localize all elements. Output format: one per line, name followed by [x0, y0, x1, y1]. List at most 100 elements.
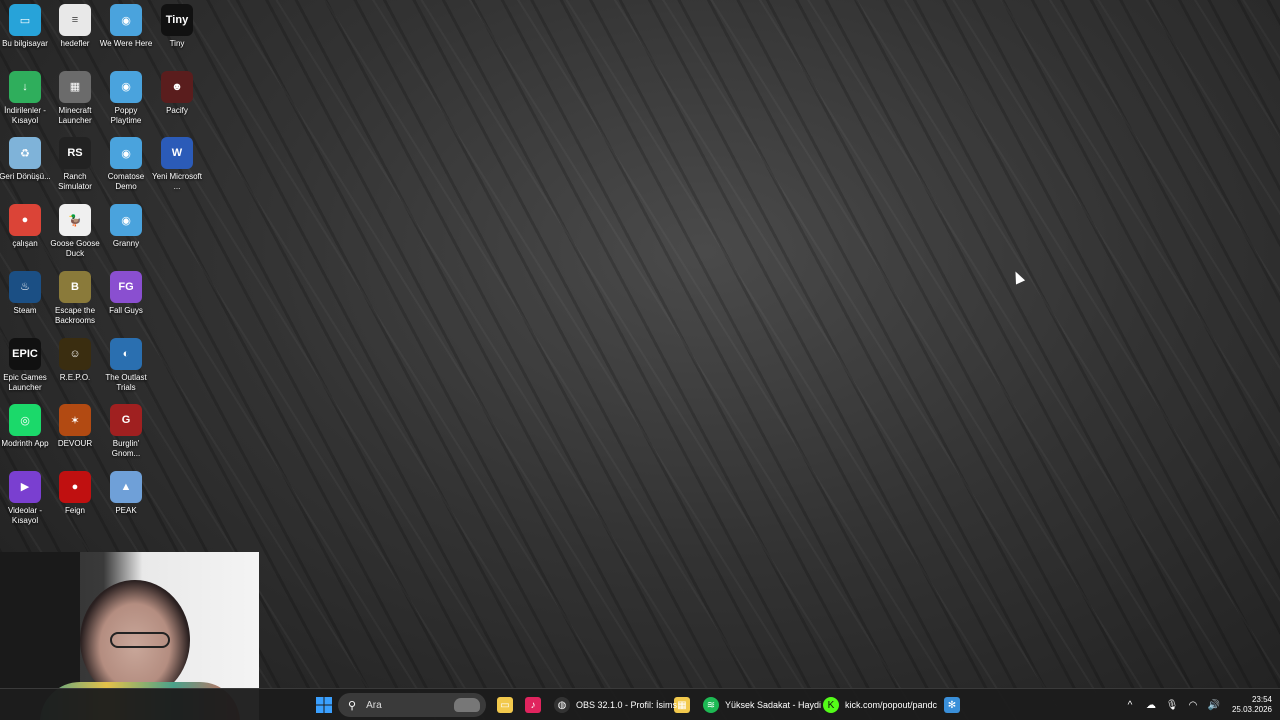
- obs-icon: ◍: [554, 697, 570, 713]
- taskbar: ⚲ Ara ▭ ♪ ▦ ✻ ◍ OBS 32.1.0 - Profil: İsims ≋ Y…: [0, 688, 1280, 720]
- desktop-icon[interactable]: ☺ R.E.P.O.: [50, 334, 100, 400]
- desktop-icon[interactable]: B Escape the Backrooms: [50, 267, 100, 333]
- wifi-tray-button[interactable]: ◠: [1186, 698, 1200, 712]
- chrome-icon: ●: [9, 204, 41, 237]
- spotify-taskbar-button[interactable]: ≋ Yüksek Sadakat - Haydi: [703, 693, 821, 717]
- spotify-icon: ≋: [703, 697, 719, 713]
- desktop-icon[interactable]: ♨ Steam: [0, 267, 50, 333]
- microphone-icon: 🎙: [1165, 699, 1179, 711]
- clock[interactable]: 23:54 25.03.2026: [1228, 695, 1272, 715]
- globe-icon: ◉: [110, 204, 142, 237]
- desktop-icon-label: çalışan: [12, 239, 38, 249]
- taskbar-app-label: Yüksek Sadakat - Haydi: [725, 700, 822, 710]
- chevron-up-icon: ^: [1127, 699, 1133, 711]
- globe-icon: ◉: [110, 137, 142, 170]
- desktop-icon-label: Pacify: [166, 105, 188, 115]
- pacify-game-icon: ☻: [161, 70, 193, 103]
- feign-game-icon: ●: [59, 470, 91, 503]
- desktop-icon-label: We Were Here: [99, 39, 153, 48]
- desktop-icon-label: DEVOUR: [57, 439, 93, 449]
- file-explorer-button[interactable]: ▭: [497, 693, 513, 717]
- desktop-icon[interactable]: ▦ Minecraft Launcher: [50, 67, 100, 133]
- desktop-icon-label: Goose Goose Duck: [50, 239, 100, 259]
- microphone-tray-button[interactable]: 🎙: [1165, 698, 1179, 712]
- settings-app-button[interactable]: ✻: [944, 693, 960, 717]
- desktop-icon[interactable]: ◐ The Outlast Trials: [101, 334, 151, 400]
- desktop-icon[interactable]: ● Feign: [50, 467, 100, 533]
- kick-icon: K: [823, 697, 839, 713]
- fall-guys-icon: FG: [110, 270, 142, 303]
- desktop-icon-label: Modrinth App: [1, 439, 49, 449]
- desktop-icon[interactable]: EPIC Epic Games Launcher: [0, 334, 50, 400]
- volume-tray-button[interactable]: 🔊: [1207, 698, 1221, 712]
- desktop-icon[interactable]: ✶ DEVOUR: [50, 400, 100, 466]
- desktop-icon[interactable]: ▭ Bu bilgisayar: [0, 0, 50, 66]
- kick-taskbar-button[interactable]: Kkick.com/popout/pandc: [823, 693, 937, 717]
- globe-icon: ◉: [110, 4, 142, 36]
- desktop-icon-label: Granny: [112, 239, 140, 249]
- desktop-icon[interactable]: G Burglin' Gnom...: [101, 400, 151, 466]
- desktop-icon[interactable]: ↓ İndirilenler - Kısayol: [0, 67, 50, 133]
- desktop-icon[interactable]: ▲ PEAK: [101, 467, 151, 533]
- cloud-icon: ☁: [1146, 699, 1156, 711]
- desktop-icon-label: Poppy Playtime: [110, 105, 142, 125]
- peak-game-icon: ▲: [110, 470, 142, 503]
- goose-game-icon: 🦆: [59, 204, 91, 237]
- desktop-icon[interactable]: ◉ Granny: [101, 200, 151, 266]
- videos-folder-icon: ▶: [9, 470, 41, 503]
- file-explorer-icon: ▭: [497, 697, 513, 713]
- windows-logo-icon: [316, 697, 332, 713]
- minecraft-icon: ▦: [59, 70, 91, 103]
- desktop-icon-label: Geri Dönüşü...: [0, 172, 51, 182]
- wifi-icon: ◠: [1188, 699, 1198, 711]
- desktop-icon-label: İndirilenler - Kısayol: [4, 105, 46, 125]
- desktop-icon[interactable]: ◉ We Were Here: [99, 0, 153, 66]
- devour-game-icon: ✶: [59, 404, 91, 437]
- system-tray: ^ ☁ 🎙 ◠ 🔊 23:54 25.03.2026: [1123, 689, 1280, 720]
- start-button[interactable]: [316, 693, 332, 717]
- desktop-icon[interactable]: ☻ Pacify: [152, 67, 202, 133]
- repo-game-icon: ☺: [59, 337, 91, 370]
- desktop-icon[interactable]: RS Ranch Simulator: [50, 133, 100, 199]
- webcam-glasses: [110, 632, 170, 648]
- desktop-icon[interactable]: ◉ Comatose Demo: [101, 133, 151, 199]
- desktop-icon[interactable]: FG Fall Guys: [101, 267, 151, 333]
- desktop-icon-label: hedefler: [60, 39, 90, 48]
- downloads-folder-icon: ↓: [9, 70, 41, 103]
- tiktok-button[interactable]: ♪: [525, 693, 541, 717]
- text-file-icon: ≡: [59, 4, 91, 36]
- desktop-icon[interactable]: ▶ Videolar - Kısayol: [0, 467, 50, 533]
- desktop-icon[interactable]: 🦆 Goose Goose Duck: [50, 200, 100, 266]
- onedrive-tray-button[interactable]: ☁: [1144, 698, 1158, 712]
- desktop-icon-label: Tiny: [169, 39, 185, 48]
- clock-time: 23:54: [1251, 695, 1272, 704]
- desktop-icon[interactable]: ◎ Modrinth App: [0, 400, 50, 466]
- desktop-icon[interactable]: Tiny Tiny: [152, 0, 202, 66]
- obs-taskbar-button[interactable]: ◍ OBS 32.1.0 - Profil: İsims: [554, 693, 677, 717]
- speaker-icon: 🔊: [1207, 699, 1221, 711]
- clock-date: 25.03.2026: [1231, 705, 1272, 714]
- computer-icon: ▭: [9, 4, 41, 36]
- taskbar-app-label: OBS 32.1.0 - Profil: İsims: [576, 700, 678, 710]
- desktop-icon[interactable]: W Yeni Microsoft ...: [152, 133, 202, 199]
- desktop-icon-label: Burglin' Gnom...: [111, 439, 141, 459]
- desktop-icon[interactable]: ◉ Poppy Playtime: [101, 67, 151, 133]
- desktop-icon-label: Epic Games Launcher: [3, 372, 47, 392]
- desktop-icon-label: The Outlast Trials: [105, 372, 147, 392]
- desktop-icon[interactable]: ♻ Geri Dönüşü...: [0, 133, 51, 199]
- backrooms-game-icon: B: [59, 270, 91, 303]
- show-hidden-icons-button[interactable]: ^: [1123, 698, 1137, 712]
- taskbar-app-label: kick.com/popout/pandc: [845, 700, 938, 710]
- search-placeholder: Ara: [366, 699, 382, 711]
- desktop-icon[interactable]: ● çalışan: [0, 200, 50, 266]
- word-document-icon: W: [161, 137, 193, 170]
- taskbar-search-box[interactable]: ⚲ Ara: [338, 693, 486, 717]
- desktop-icon[interactable]: ≡ hedefler: [50, 0, 100, 66]
- recycle-bin-icon: ♻: [9, 137, 41, 170]
- desktop-icon-label: Steam: [13, 305, 37, 315]
- search-highlight-icon: [454, 698, 480, 712]
- globe-icon: ◉: [110, 70, 142, 103]
- burglin-gnomes-icon: G: [110, 404, 142, 437]
- outlast-game-icon: ◐: [110, 337, 142, 370]
- steam-icon: ♨: [9, 270, 41, 303]
